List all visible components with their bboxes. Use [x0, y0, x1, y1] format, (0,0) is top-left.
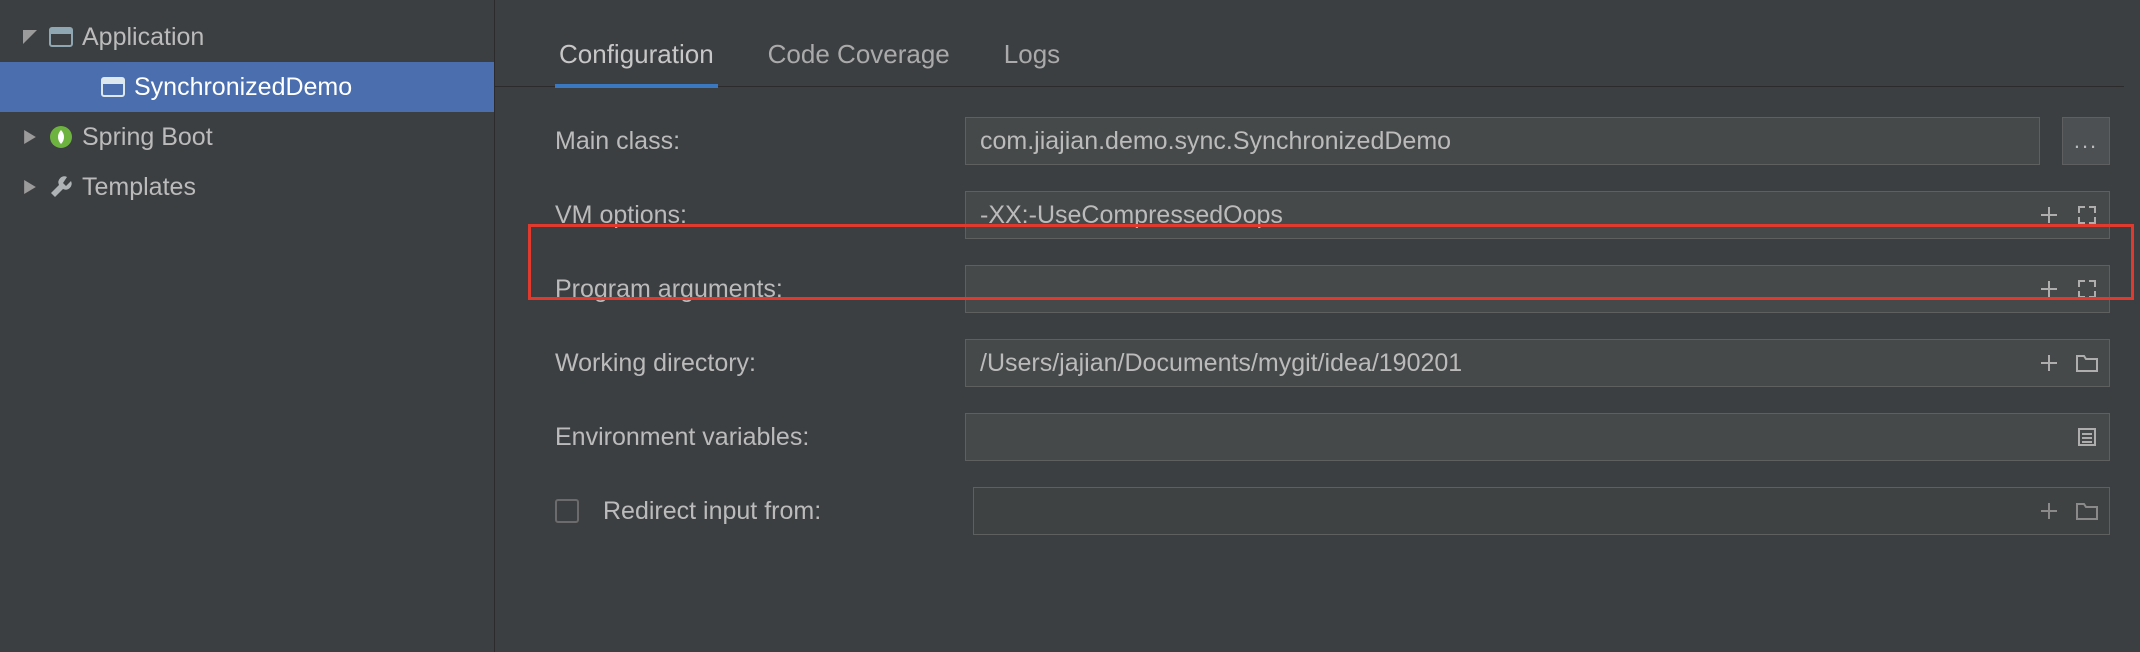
label-redirect-input: Redirect input from:: [603, 497, 963, 526]
expand-field-icon[interactable]: [2074, 276, 2100, 302]
application-icon: [100, 74, 126, 100]
application-icon: [48, 24, 74, 50]
label-working-dir: Working directory:: [495, 349, 955, 378]
spring-boot-icon: [48, 124, 74, 150]
redirect-input-checkbox[interactable]: [555, 499, 579, 523]
expand-arrow-icon: [20, 30, 40, 44]
row-env-vars: Environment variables:: [495, 413, 2110, 461]
insert-macro-icon[interactable]: [2036, 498, 2062, 524]
tab-logs[interactable]: Logs: [1000, 34, 1064, 86]
label-program-args: Program arguments:: [495, 275, 955, 304]
edit-list-icon[interactable]: [2074, 424, 2100, 450]
expand-field-icon[interactable]: [2074, 202, 2100, 228]
redirect-input-field: [973, 487, 2110, 535]
insert-macro-icon[interactable]: [2036, 202, 2062, 228]
insert-macro-icon[interactable]: [2036, 276, 2062, 302]
row-vm-options: VM options:: [495, 191, 2110, 239]
row-working-dir: Working directory:: [495, 339, 2110, 387]
collapse-arrow-icon: [20, 130, 40, 144]
tree-node-synchronizeddemo[interactable]: SynchronizedDemo: [0, 62, 494, 112]
vm-options-input[interactable]: [965, 191, 2110, 239]
row-redirect-input: Redirect input from:: [495, 487, 2110, 535]
wrench-icon: [48, 174, 74, 200]
program-args-input[interactable]: [965, 265, 2110, 313]
tab-configuration[interactable]: Configuration: [555, 36, 718, 88]
working-dir-input[interactable]: [965, 339, 2110, 387]
tree-label-templates: Templates: [82, 162, 196, 212]
label-vm-options: VM options:: [495, 201, 955, 230]
main-panel: Configuration Code Coverage Logs Main cl…: [495, 0, 2140, 652]
run-config-tree: Application SynchronizedDemo Spring Boot: [0, 0, 495, 652]
label-main-class: Main class:: [495, 127, 955, 156]
main-class-input[interactable]: [965, 117, 2040, 165]
row-main-class: Main class: ...: [495, 117, 2110, 165]
configuration-form: Main class: ... VM options:: [495, 87, 2124, 561]
tree-label-synchronizeddemo: SynchronizedDemo: [134, 62, 352, 112]
tree-node-spring-boot[interactable]: Spring Boot: [0, 112, 494, 162]
config-tabs: Configuration Code Coverage Logs: [495, 10, 2124, 87]
env-vars-input[interactable]: [965, 413, 2110, 461]
label-env-vars: Environment variables:: [495, 423, 955, 452]
browse-folder-icon[interactable]: [2074, 350, 2100, 376]
tab-code-coverage[interactable]: Code Coverage: [764, 34, 954, 86]
tree-label-application: Application: [82, 12, 204, 62]
tree-node-application[interactable]: Application: [0, 12, 494, 62]
collapse-arrow-icon: [20, 180, 40, 194]
insert-macro-icon[interactable]: [2036, 350, 2062, 376]
browse-folder-icon[interactable]: [2074, 498, 2100, 524]
row-program-args: Program arguments:: [495, 265, 2110, 313]
browse-main-class-button[interactable]: ...: [2062, 117, 2110, 165]
tree-label-spring-boot: Spring Boot: [82, 112, 213, 162]
tree-node-templates[interactable]: Templates: [0, 162, 494, 212]
